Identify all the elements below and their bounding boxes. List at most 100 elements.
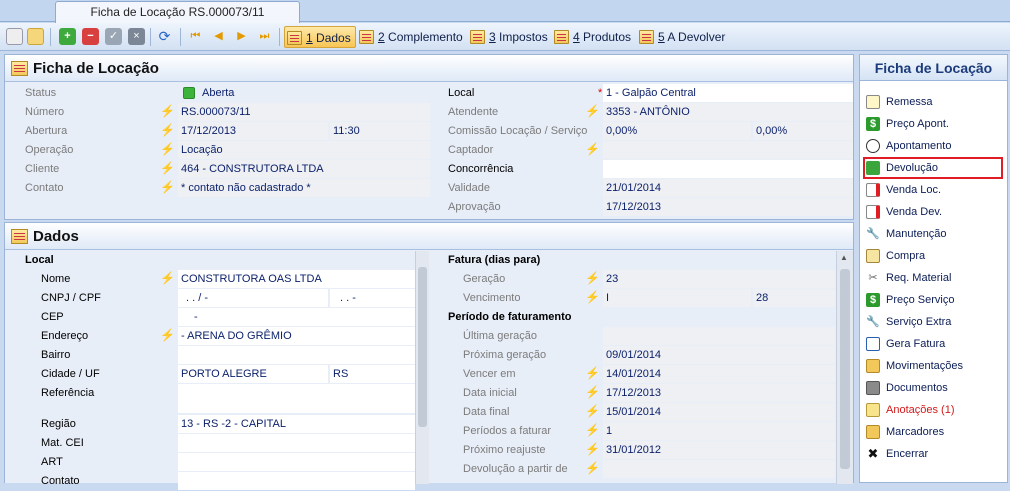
sidepanel-item-servico-extra[interactable]: 🔧 Serviço Extra [864,312,1002,332]
scroll-up-icon[interactable]: ▲ [840,253,848,262]
lightning-icon[interactable] [585,402,600,421]
comissao-locacao-field[interactable]: 0,00% [603,122,751,140]
referencia-field[interactable] [178,384,415,413]
reajuste-field[interactable]: 31/01/2012 [603,441,835,459]
right-scrollbar[interactable]: ▲ [836,251,853,484]
tab-impostos[interactable]: 3 Impostos [468,26,548,48]
uf-field[interactable]: RS [330,365,415,383]
lightning-icon[interactable] [160,159,175,178]
lightning-icon[interactable] [585,383,600,402]
art-field[interactable] [178,453,415,471]
sidepanel-item-venda-loc[interactable]: Venda Loc. [864,180,1002,200]
remove-icon[interactable]: − [82,28,99,45]
regiao-field[interactable]: 13 - RS -2 - CAPITAL [178,415,415,433]
local-field[interactable]: 1 - Galpão Central [603,84,853,102]
aprovacao-field[interactable]: 17/12/2013 [603,198,853,216]
periodos-field[interactable]: 1 [603,422,835,440]
cidade-field[interactable]: PORTO ALEGRE [178,365,328,383]
atendente-field[interactable]: 3353 - ANTÔNIO [603,103,853,121]
bairro-field[interactable] [178,346,415,364]
datafinal-field[interactable]: 15/01/2014 [603,403,835,421]
sidepanel-item-gera-fatura[interactable]: Gera Fatura [864,334,1002,354]
sidepanel-item-apontamento[interactable]: Apontamento [864,136,1002,156]
sidepanel-item-anotacoes[interactable]: Anotações (1) [864,400,1002,420]
numero-field[interactable]: RS.000073/11 [178,103,430,121]
previous-record-icon[interactable]: ◀ [210,28,227,45]
captador-field[interactable] [603,141,853,159]
sidepanel-item-manutencao[interactable]: 🔧 Manutenção [864,224,1002,244]
datainicial-field[interactable]: 17/12/2013 [603,384,835,402]
concorrencia-label: Concorrência [448,163,514,175]
tab-produtos[interactable]: 4 Produtos [552,26,631,48]
concorrencia-field[interactable] [603,160,853,178]
sidepanel-item-preco-servico[interactable]: $ Preço Serviço [864,290,1002,310]
sidepanel-item-devolucao[interactable]: Devolução [863,157,1003,179]
lightning-icon[interactable] [160,121,175,140]
lightning-icon[interactable] [585,269,600,288]
left-scrollbar-thumb[interactable] [418,267,427,427]
proxima-field[interactable]: 09/01/2014 [603,346,835,364]
sidepanel-item-venda-dev[interactable]: Venda Dev. [864,202,1002,222]
close-x-icon: ✖ [867,446,879,461]
sidepanel-item-req-material[interactable]: ✂ Req. Material [864,268,1002,288]
lightning-icon[interactable] [160,326,175,345]
lightning-icon[interactable] [160,102,175,121]
operacao-field[interactable]: Locação [178,141,430,159]
wrench-icon: 🔧 [866,316,880,328]
lightning-icon[interactable] [160,140,175,159]
comissao-servico-field[interactable]: 0,00% [753,122,853,140]
cancel-icon[interactable]: × [128,28,145,45]
abertura-date-field[interactable]: 17/12/2013 [178,122,328,140]
vencimento-field-1[interactable]: I [603,289,751,307]
lightning-icon[interactable] [585,364,600,383]
sidepanel-item-documentos[interactable]: Documentos [864,378,1002,398]
refresh-icon[interactable]: ⟳ [156,28,173,45]
lightning-icon[interactable] [160,178,175,197]
cliente-field[interactable]: 464 - CONSTRUTORA LTDA [178,160,430,178]
fatura-header-row: Fatura (dias para) [430,251,835,270]
last-record-icon[interactable]: ⏭ [256,28,273,45]
matcei-field[interactable] [178,434,415,452]
first-record-icon[interactable]: ⏮ [187,28,204,45]
sidepanel-item-preco-apont[interactable]: $ Preço Apont. [864,114,1002,134]
validade-field[interactable]: 21/01/2014 [603,179,853,197]
cnpj-field[interactable]: . . / - [178,289,328,307]
abertura-time-field[interactable]: 11:30 [330,122,430,140]
nome-field[interactable]: CONSTRUTORA OAS LTDA [178,270,415,288]
cep-field[interactable]: - [178,308,415,326]
contato-field[interactable]: * contato não cadastrado * [178,179,430,197]
ultima-field[interactable] [603,327,835,345]
sidepanel-item-compra[interactable]: Compra [864,246,1002,266]
lightning-icon[interactable] [585,140,600,159]
tab-complemento[interactable]: 2 Complemento [357,26,463,48]
sidepanel-item-marcadores[interactable]: Marcadores [864,422,1002,442]
contato-dados-field[interactable] [178,472,415,490]
sidepanel-item-movimentacoes[interactable]: Movimentações [864,356,1002,376]
lightning-icon[interactable] [585,102,600,121]
lightning-icon[interactable] [585,440,600,459]
left-scrollbar[interactable] [415,251,429,484]
tab-dados[interactable]: 1 Dados [284,26,356,48]
vencer-field[interactable]: 14/01/2014 [603,365,835,383]
right-scrollbar-thumb[interactable] [840,269,850,469]
sidepanel-item-remessa[interactable]: Remessa [864,92,1002,112]
geracao-field[interactable]: 23 [603,270,835,288]
lock-icon[interactable] [27,28,44,45]
cpf-field[interactable]: . . - [330,289,415,307]
endereco-field[interactable]: - ARENA DO GRÊMIO [178,327,415,345]
devolucao-field[interactable] [603,460,835,478]
lightning-icon[interactable] [585,459,600,478]
add-icon[interactable]: + [59,28,76,45]
sidepanel-item-encerrar[interactable]: ✖ Encerrar [864,444,1002,464]
form-icon [554,30,569,44]
next-record-icon[interactable]: ▶ [233,28,250,45]
vencimento-field-2[interactable]: 28 [753,289,835,307]
document-tab[interactable]: Ficha de Locação RS.000073/11 [55,1,300,23]
lightning-icon[interactable] [585,421,600,440]
actions-sidepanel: Ficha de Locação Remessa $ Preço Apont. A… [859,54,1008,483]
lightning-icon[interactable] [160,269,175,288]
confirm-icon[interactable]: ✓ [105,28,122,45]
lightning-icon[interactable] [585,288,600,307]
tab-a-devolver[interactable]: 5 A Devolver [637,26,725,48]
new-document-icon[interactable] [6,28,23,45]
